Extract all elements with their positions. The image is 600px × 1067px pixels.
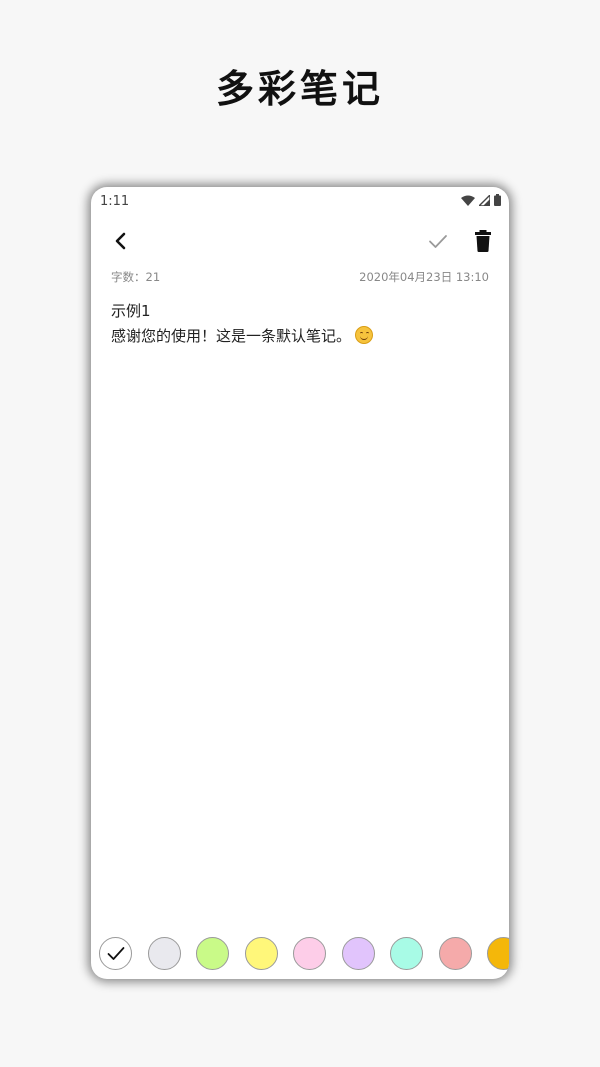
- color-swatch[interactable]: [147, 937, 181, 970]
- phone-screen: 1:11 字数：21 2020年04月23日 13:10 示例1 感谢您的使用！…: [91, 187, 509, 979]
- color-swatch[interactable]: [196, 937, 229, 970]
- check-icon: [429, 235, 447, 248]
- trash-icon: [475, 230, 491, 252]
- note-text-content: 感谢您的使用！这是一条默认笔记。: [111, 327, 352, 345]
- wifi-icon: [461, 195, 475, 206]
- toolbar: [91, 223, 509, 259]
- delete-button[interactable]: [470, 227, 496, 255]
- color-swatch[interactable]: [438, 937, 472, 970]
- color-swatch[interactable]: [487, 937, 509, 970]
- save-button[interactable]: [425, 228, 451, 254]
- signal-icon: [479, 194, 490, 206]
- color-swatch[interactable]: [244, 937, 278, 970]
- word-count: 字数：21: [111, 270, 161, 284]
- color-swatch[interactable]: [99, 937, 132, 970]
- note-title[interactable]: 示例1: [111, 299, 489, 324]
- battery-icon: [494, 194, 501, 206]
- note-text[interactable]: 感谢您的使用！这是一条默认笔记。: [111, 324, 489, 349]
- color-palette: [99, 937, 509, 971]
- back-button[interactable]: [107, 227, 135, 255]
- check-icon: [107, 947, 125, 960]
- page-headline: 多彩笔记: [215, 67, 384, 111]
- chevron-left-icon: [115, 232, 126, 250]
- status-bar: 1:11: [91, 187, 509, 215]
- status-time: 1:11: [100, 194, 130, 209]
- smiling-face-icon: [355, 326, 374, 344]
- color-swatch[interactable]: [341, 937, 375, 970]
- status-icons: [461, 194, 501, 206]
- note-timestamp: 2020年04月23日 13:10: [359, 270, 489, 284]
- color-swatch[interactable]: [390, 937, 423, 970]
- color-swatch[interactable]: [293, 937, 326, 970]
- note-editor[interactable]: 示例1 感谢您的使用！这是一条默认笔记。: [111, 299, 489, 349]
